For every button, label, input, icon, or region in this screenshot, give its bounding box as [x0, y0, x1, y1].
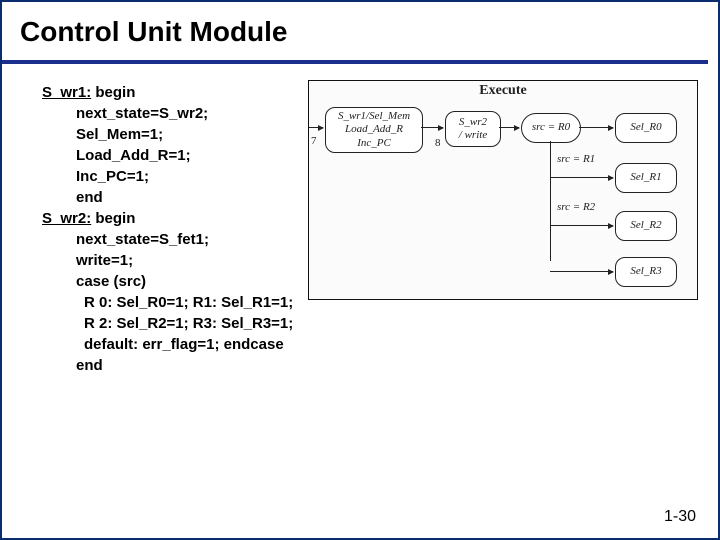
- output-box-r2: Sel_R2: [615, 211, 677, 241]
- slide: Control Unit Module S_wr1: begin next_st…: [0, 0, 720, 540]
- diagram-title: Execute: [309, 83, 697, 99]
- code-case-line: R 2: Sel_R2=1; R3: Sel_R3=1;: [84, 315, 718, 332]
- state-box-swr1: S_wr1/Sel_Mem Load_Add_R Inc_PC: [325, 107, 423, 153]
- code-case-line: default: err_flag=1; endcase: [84, 336, 718, 353]
- diagram-cond: src = R2: [557, 201, 595, 213]
- diagram-label: 7: [311, 135, 317, 147]
- line-icon: [550, 225, 551, 261]
- state1-name: S_wr1:: [42, 84, 91, 101]
- output-box-r3: Sel_R3: [615, 257, 677, 287]
- diagram-cond: src = R1: [557, 153, 595, 165]
- page-number: 1-30: [664, 508, 696, 526]
- arrow-icon: [550, 225, 613, 226]
- arrow-icon: [499, 127, 519, 128]
- decision-box: src = R0: [521, 113, 581, 143]
- line-icon: [550, 141, 551, 159]
- line-icon: [550, 177, 551, 205]
- arrow-icon: [421, 127, 443, 128]
- arrow-icon: [579, 127, 613, 128]
- arrow-icon: [309, 127, 323, 128]
- arrow-icon: [550, 271, 613, 272]
- output-box-r0: Sel_R0: [615, 113, 677, 143]
- slide-body: S_wr1: begin next_state=S_wr2; Sel_Mem=1…: [2, 64, 718, 374]
- output-box-r1: Sel_R1: [615, 163, 677, 193]
- state2-begin: begin: [91, 210, 135, 227]
- state1-begin: begin: [91, 84, 135, 101]
- code-line: end: [76, 357, 718, 374]
- line-icon: [550, 205, 551, 225]
- slide-title: Control Unit Module: [2, 2, 708, 64]
- state2-name: S_wr2:: [42, 210, 91, 227]
- line-icon: [550, 159, 551, 177]
- arrow-icon: [550, 177, 613, 178]
- execute-diagram: Execute 7 S_wr1/Sel_Mem Load_Add_R Inc_P…: [308, 80, 698, 300]
- diagram-label: 8: [435, 137, 441, 149]
- state-box-swr2: S_wr2 / write: [445, 111, 501, 147]
